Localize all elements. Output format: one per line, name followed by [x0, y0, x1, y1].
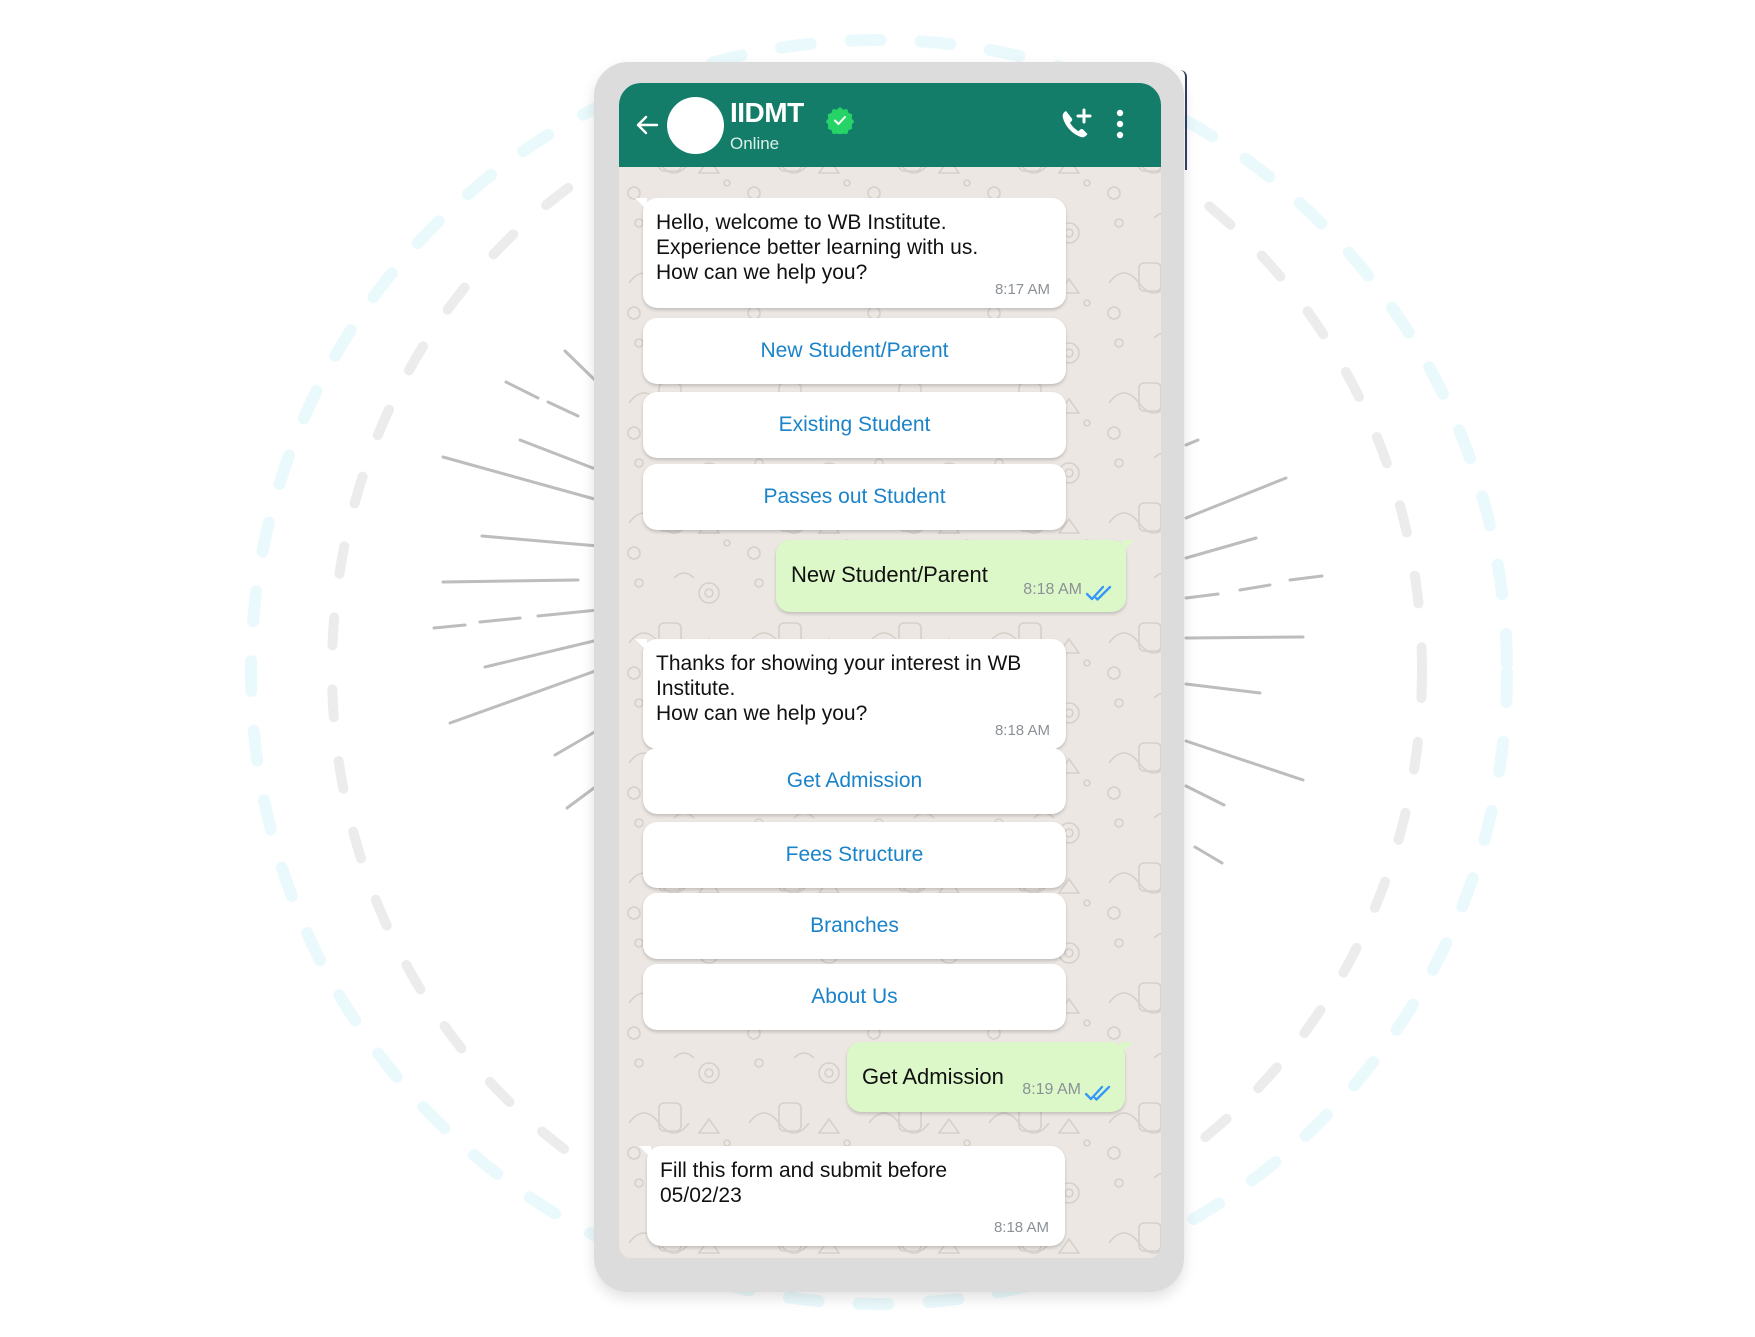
message-time: 8:18 AM: [993, 1219, 1049, 1236]
message-text: Hello, welcome to WB Institute. Experien…: [656, 211, 979, 284]
message-text: Thanks for showing your interest in WB I…: [656, 652, 1022, 725]
read-receipt-icon: [1086, 585, 1112, 601]
back-arrow-icon[interactable]: [633, 111, 661, 139]
quick-reply-get-admission[interactable]: Get Admission: [643, 748, 1066, 814]
avatar[interactable]: [667, 97, 724, 154]
incoming-message: Thanks for showing your interest in WB I…: [635, 639, 1066, 749]
chat-screen: IIDMT Online Hello, welcome to WB Instit…: [619, 83, 1161, 1258]
message-text: Get Admission: [862, 1064, 1004, 1089]
incoming-message: Hello, welcome to WB Institute. Experien…: [635, 198, 1066, 308]
message-time: 8:17 AM: [994, 281, 1050, 298]
quick-reply-fees-structure[interactable]: Fees Structure: [643, 822, 1066, 888]
chat-header: IIDMT Online: [619, 83, 1161, 167]
quick-reply-passes-out-student[interactable]: Passes out Student: [643, 464, 1066, 530]
message-text: New Student/Parent: [791, 562, 988, 587]
more-options-icon[interactable]: [1113, 107, 1127, 141]
phone-side-edge: [1180, 70, 1187, 170]
message-time: 8:18 AM: [994, 722, 1050, 739]
message-time: 8:19 AM: [1022, 1081, 1081, 1098]
message-time: 8:18 AM: [1023, 581, 1082, 598]
incoming-message: Fill this form and submit before 05/02/2…: [639, 1146, 1065, 1246]
contact-status: Online: [730, 134, 780, 153]
contact-name[interactable]: IIDMT: [730, 97, 804, 129]
add-call-icon[interactable]: [1059, 107, 1093, 141]
read-receipt-icon: [1085, 1085, 1111, 1101]
message-text: Fill this form and submit before 05/02/2…: [660, 1159, 948, 1207]
outgoing-message: Get Admission 8:19 AM: [847, 1042, 1133, 1112]
quick-reply-about-us[interactable]: About Us: [643, 964, 1066, 1030]
quick-reply-new-student-parent[interactable]: New Student/Parent: [643, 318, 1066, 384]
verified-badge-icon: [826, 107, 854, 134]
outgoing-message: New Student/Parent 8:18 AM: [776, 540, 1134, 612]
quick-reply-existing-student[interactable]: Existing Student: [643, 392, 1066, 458]
quick-reply-branches[interactable]: Branches: [643, 893, 1066, 959]
